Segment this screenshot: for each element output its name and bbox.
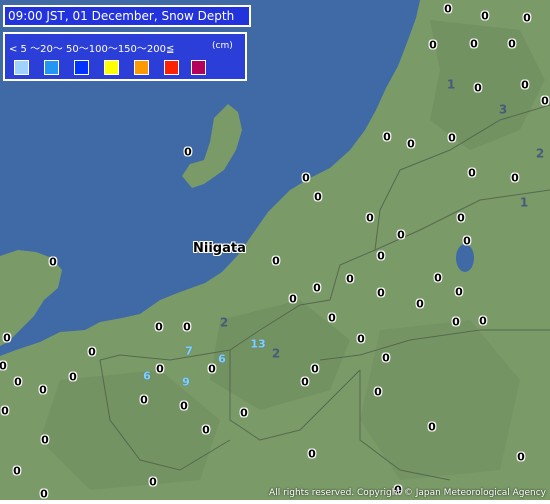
snow-depth-value: 0 <box>508 37 516 51</box>
snow-depth-value: 0 <box>208 362 216 376</box>
snow-depth-value: 0 <box>479 314 487 328</box>
snow-depth-value: 2 <box>535 146 545 161</box>
snow-depth-value: 0 <box>407 137 415 151</box>
legend-steps: < 5 ～20～ 50～100～150～200≦ <box>9 44 175 55</box>
snow-depth-value: 0 <box>202 423 210 437</box>
legend-swatch-20-50 <box>74 60 89 75</box>
snow-depth-value: 0 <box>481 9 489 23</box>
snow-depth-value: 0 <box>541 94 549 108</box>
snow-depth-value: 0 <box>69 370 77 384</box>
snow-depth-value: 0 <box>416 297 424 311</box>
snow-depth-value: 13 <box>250 337 266 351</box>
snow-depth-value: 0 <box>140 393 148 407</box>
snow-depth-value: 0 <box>357 332 365 346</box>
snow-depth-value: 0 <box>1 404 9 418</box>
snow-depth-value: 1 <box>519 195 529 210</box>
copyright-notice: All rights reserved. Copyright © Japan M… <box>269 488 546 498</box>
snow-depth-value: 0 <box>240 406 248 420</box>
snow-depth-value: 7 <box>185 344 193 358</box>
snow-depth-value: 0 <box>382 351 390 365</box>
legend-swatch-150-200 <box>164 60 179 75</box>
snow-depth-value: 0 <box>308 447 316 461</box>
map-title: 09:00 JST, 01 December, Snow Depth <box>3 5 251 27</box>
legend-swatch-100-150 <box>134 60 149 75</box>
snow-depth-value: 0 <box>377 249 385 263</box>
snow-depth-value: 0 <box>377 286 385 300</box>
snow-depth-value: 0 <box>468 166 476 180</box>
snow-depth-value: 0 <box>346 272 354 286</box>
snow-depth-value: 0 <box>40 487 48 501</box>
snow-depth-value: 0 <box>302 171 310 185</box>
snow-depth-value: 9 <box>182 375 190 389</box>
snow-depth-value: 0 <box>3 331 11 345</box>
snow-depth-value: 0 <box>88 345 96 359</box>
legend-swatch-under-5 <box>14 60 29 75</box>
snow-depth-value: 0 <box>289 292 297 306</box>
snow-depth-value: 0 <box>313 281 321 295</box>
snow-depth-value: 0 <box>383 130 391 144</box>
snow-depth-value: 0 <box>457 211 465 225</box>
snow-depth-value: 0 <box>434 271 442 285</box>
snow-depth-value: 0 <box>463 234 471 248</box>
snow-depth-value: 0 <box>180 399 188 413</box>
snow-depth-value: 0 <box>149 475 157 489</box>
snow-depth-value: 0 <box>511 171 519 185</box>
snow-depth-value: 0 <box>41 433 49 447</box>
snow-depth-value: 0 <box>272 254 280 268</box>
snow-depth-value: 6 <box>218 352 226 366</box>
snow-depth-value: 0 <box>455 285 463 299</box>
snow-depth-value: 0 <box>184 145 192 159</box>
snow-depth-value: 0 <box>448 131 456 145</box>
snow-depth-value: 0 <box>374 385 382 399</box>
snow-depth-value: 0 <box>517 450 525 464</box>
snow-depth-value: 0 <box>183 320 191 334</box>
snow-depth-value: 0 <box>14 375 22 389</box>
snow-depth-value: 6 <box>143 369 151 383</box>
snow-depth-value: 0 <box>444 2 452 16</box>
legend: < 5 ～20～ 50～100～150～200≦ (cm) <box>3 32 247 81</box>
snow-depth-value: 0 <box>523 11 531 25</box>
snow-depth-value: 0 <box>397 228 405 242</box>
snow-depth-value: 2 <box>271 346 281 361</box>
snow-depth-value: 0 <box>470 37 478 51</box>
legend-swatch-over-200 <box>191 60 206 75</box>
snow-depth-value: 0 <box>328 311 336 325</box>
snow-depth-value: 0 <box>39 383 47 397</box>
snow-depth-value: 2 <box>219 315 229 330</box>
legend-swatch-50-100 <box>104 60 119 75</box>
snow-depth-value: 0 <box>366 211 374 225</box>
snow-depth-value: 0 <box>49 255 57 269</box>
snow-depth-value: 3 <box>498 102 508 117</box>
snow-depth-value: 0 <box>314 190 322 204</box>
snow-depth-value: 0 <box>311 362 319 376</box>
snow-depth-value: 0 <box>452 315 460 329</box>
lake-inawashiro <box>456 244 474 272</box>
snow-depth-value: 0 <box>301 375 309 389</box>
city-label-niigata: Niigata <box>193 241 246 256</box>
snow-depth-value: 0 <box>155 320 163 334</box>
legend-unit: (cm) <box>212 41 233 51</box>
snow-depth-value: 0 <box>13 464 21 478</box>
legend-swatch-5-20 <box>44 60 59 75</box>
snow-depth-value: 0 <box>474 81 482 95</box>
snow-depth-value: 0 <box>429 38 437 52</box>
snow-depth-value: 0 <box>156 362 164 376</box>
snow-depth-value: 0 <box>428 420 436 434</box>
snow-depth-value: 0 <box>521 78 529 92</box>
snow-depth-value: 0 <box>0 359 7 373</box>
snow-depth-value: 1 <box>446 77 456 92</box>
